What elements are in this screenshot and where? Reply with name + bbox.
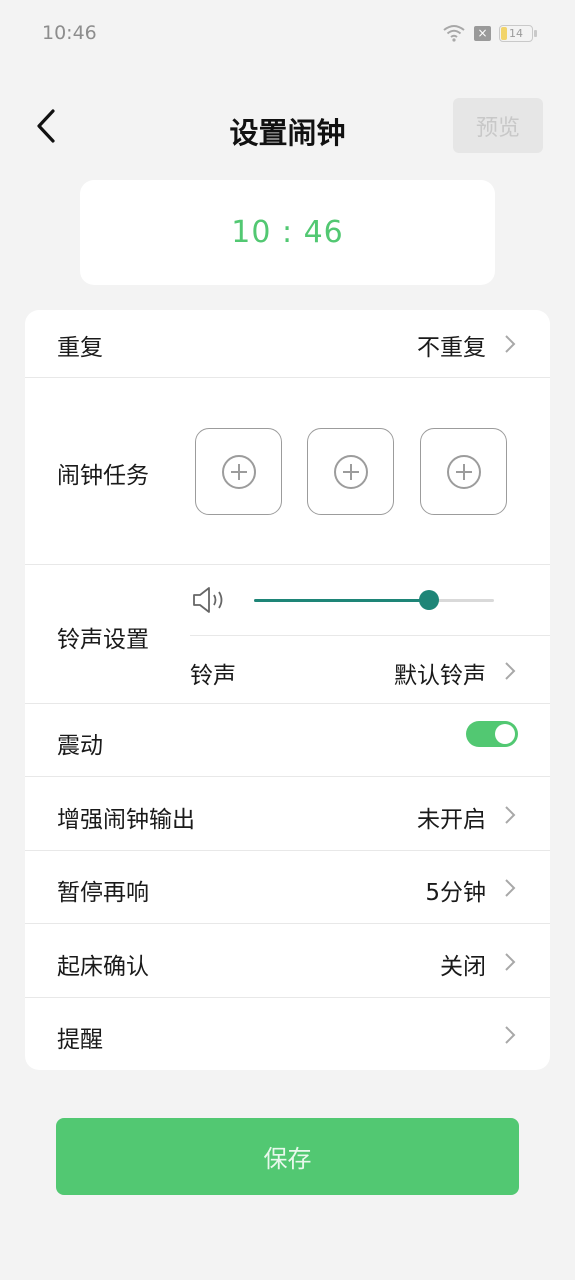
- repeat-row[interactable]: 重复 不重复: [25, 310, 550, 378]
- preview-button[interactable]: 预览: [453, 98, 543, 153]
- chevron-right-icon: [505, 335, 516, 353]
- chevron-right-icon: [505, 662, 516, 680]
- volume-slider-fill: [254, 599, 430, 602]
- add-task-button-1[interactable]: [195, 428, 282, 515]
- snooze-row[interactable]: 暂停再响 5分钟: [25, 851, 550, 924]
- settings-card: 重复 不重复 闹钟任务 铃声设置 铃声 默认铃声 震动 增强闹钟输出 未开启 暂…: [25, 310, 550, 1070]
- ringtone-value: 默认铃声: [394, 663, 486, 689]
- wake-confirm-value: 关闭: [440, 954, 486, 980]
- vibration-label: 震动: [57, 733, 103, 759]
- sim-icon: ×: [474, 25, 491, 41]
- status-time: 10:46: [42, 22, 97, 44]
- snooze-value: 5分钟: [425, 880, 486, 906]
- add-task-button-2[interactable]: [307, 428, 394, 515]
- repeat-label: 重复: [57, 335, 103, 361]
- snooze-label: 暂停再响: [57, 880, 149, 906]
- status-bar: 10:46 × 14: [0, 0, 575, 66]
- battery-level: 14: [509, 26, 523, 40]
- ringtone-section-label: 铃声设置: [57, 627, 149, 653]
- add-task-button-3[interactable]: [420, 428, 507, 515]
- add-circle-icon: [446, 454, 481, 489]
- chevron-right-icon: [505, 1026, 516, 1044]
- vibration-toggle[interactable]: [466, 721, 518, 747]
- enhance-output-row[interactable]: 增强闹钟输出 未开启: [25, 777, 550, 851]
- alarm-time[interactable]: 10 : 46: [231, 215, 344, 250]
- reminder-row[interactable]: 提醒: [25, 998, 550, 1070]
- repeat-value: 不重复: [417, 335, 486, 361]
- chevron-right-icon: [505, 879, 516, 897]
- save-button[interactable]: 保存: [56, 1118, 519, 1195]
- enhance-output-value: 未开启: [417, 807, 486, 833]
- add-circle-icon: [333, 454, 368, 489]
- battery-icon: 14: [499, 24, 537, 42]
- ringtone-label: 铃声: [190, 663, 236, 689]
- chevron-right-icon: [505, 806, 516, 824]
- toggle-knob: [495, 724, 515, 744]
- wifi-icon: [443, 25, 465, 42]
- alarm-task-label: 闹钟任务: [57, 463, 149, 489]
- ringtone-row[interactable]: 铃声 默认铃声: [190, 636, 550, 704]
- wake-confirm-label: 起床确认: [57, 954, 149, 980]
- reminder-label: 提醒: [57, 1027, 103, 1053]
- enhance-output-label: 增强闹钟输出: [57, 807, 195, 833]
- volume-slider[interactable]: [254, 590, 494, 610]
- chevron-right-icon: [505, 953, 516, 971]
- header: 设置闹钟 预览: [0, 90, 575, 164]
- vibration-row: 震动: [25, 704, 550, 777]
- status-icons: × 14: [442, 22, 537, 44]
- volume-icon: [193, 587, 223, 613]
- wake-confirm-row[interactable]: 起床确认 关闭: [25, 924, 550, 998]
- add-circle-icon: [221, 454, 256, 489]
- time-picker-card[interactable]: 10 : 46: [80, 180, 495, 285]
